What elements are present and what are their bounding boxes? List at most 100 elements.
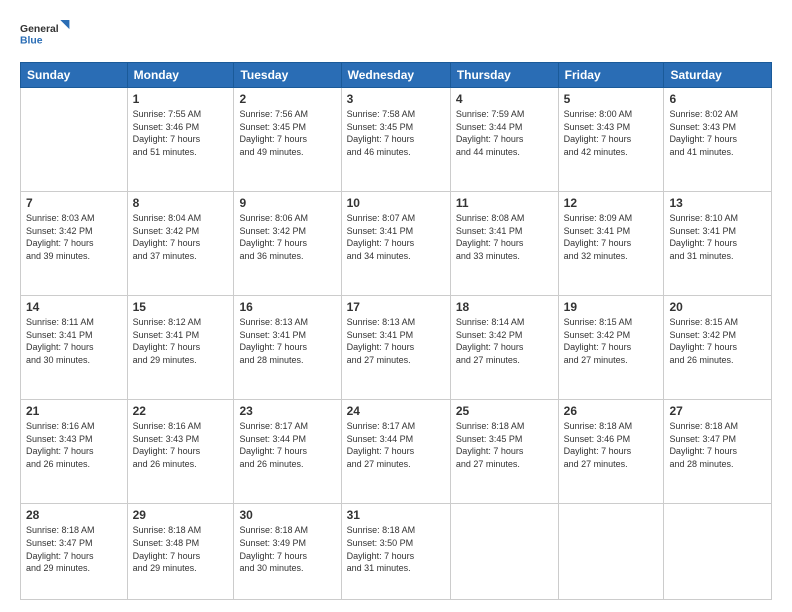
day-number: 31 — [347, 508, 445, 522]
day-cell: 17 Sunrise: 8:13 AMSunset: 3:41 PMDayligh… — [341, 296, 450, 400]
day-cell: 10 Sunrise: 8:07 AMSunset: 3:41 PMDayligh… — [341, 192, 450, 296]
day-header-tuesday: Tuesday — [234, 63, 341, 88]
day-info: Sunrise: 8:06 AMSunset: 3:42 PMDaylight:… — [239, 212, 335, 262]
day-cell: 21Sunrise: 8:16 AMSunset: 3:43 PMDayligh… — [21, 400, 128, 504]
day-number: 30 — [239, 508, 335, 522]
day-cell — [21, 88, 128, 192]
day-info: Sunrise: 8:18 AMSunset: 3:46 PMDaylight:… — [564, 420, 659, 470]
day-info: Sunrise: 8:03 AMSunset: 3:42 PMDaylight:… — [26, 212, 122, 262]
day-cell: 19 Sunrise: 8:15 AMSunset: 3:42 PMDayligh… — [558, 296, 664, 400]
day-header-friday: Friday — [558, 63, 664, 88]
day-cell: 7 Sunrise: 8:03 AMSunset: 3:42 PMDaylight… — [21, 192, 128, 296]
day-number: 7 — [26, 196, 122, 210]
day-cell: 5 Sunrise: 8:00 AMSunset: 3:43 PMDaylight… — [558, 88, 664, 192]
week-row-3: 14 Sunrise: 8:11 AMSunset: 3:41 PMDayligh… — [21, 296, 772, 400]
day-number: 20 — [669, 300, 766, 314]
day-cell: 25Sunrise: 8:18 AMSunset: 3:45 PMDayligh… — [450, 400, 558, 504]
day-number: 18 — [456, 300, 553, 314]
day-number: 5 — [564, 92, 659, 106]
header-row: SundayMondayTuesdayWednesdayThursdayFrid… — [21, 63, 772, 88]
day-number: 8 — [133, 196, 229, 210]
day-number: 2 — [239, 92, 335, 106]
week-row-2: 7 Sunrise: 8:03 AMSunset: 3:42 PMDaylight… — [21, 192, 772, 296]
day-cell: 23 Sunrise: 8:17 AMSunset: 3:44 PMDayligh… — [234, 400, 341, 504]
svg-text:Blue: Blue — [20, 35, 43, 46]
day-info: Sunrise: 7:55 AMSunset: 3:46 PMDaylight:… — [133, 108, 229, 158]
day-cell: 24 Sunrise: 8:17 AMSunset: 3:44 PMDayligh… — [341, 400, 450, 504]
day-cell: 18Sunrise: 8:14 AMSunset: 3:42 PMDayligh… — [450, 296, 558, 400]
day-info: Sunrise: 7:56 AMSunset: 3:45 PMDaylight:… — [239, 108, 335, 158]
day-cell: 12 Sunrise: 8:09 AMSunset: 3:41 PMDayligh… — [558, 192, 664, 296]
day-number: 10 — [347, 196, 445, 210]
day-cell: 27Sunrise: 8:18 AMSunset: 3:47 PMDayligh… — [664, 400, 772, 504]
day-cell: 22 Sunrise: 8:16 AMSunset: 3:43 PMDayligh… — [127, 400, 234, 504]
day-info: Sunrise: 8:18 AMSunset: 3:50 PMDaylight:… — [347, 524, 445, 574]
day-info: Sunrise: 8:15 AMSunset: 3:42 PMDaylight:… — [564, 316, 659, 366]
day-info: Sunrise: 8:08 AMSunset: 3:41 PMDaylight:… — [456, 212, 553, 262]
day-cell: 6 Sunrise: 8:02 AMSunset: 3:43 PMDaylight… — [664, 88, 772, 192]
day-number: 14 — [26, 300, 122, 314]
day-info: Sunrise: 8:02 AMSunset: 3:43 PMDaylight:… — [669, 108, 766, 158]
day-info: Sunrise: 7:59 AMSunset: 3:44 PMDaylight:… — [456, 108, 553, 158]
day-cell — [450, 504, 558, 600]
day-cell: 30 Sunrise: 8:18 AMSunset: 3:49 PMDayligh… — [234, 504, 341, 600]
day-info: Sunrise: 8:12 AMSunset: 3:41 PMDaylight:… — [133, 316, 229, 366]
week-row-1: 1 Sunrise: 7:55 AMSunset: 3:46 PMDaylight… — [21, 88, 772, 192]
day-cell: 16 Sunrise: 8:13 AMSunset: 3:41 PMDayligh… — [234, 296, 341, 400]
day-header-wednesday: Wednesday — [341, 63, 450, 88]
day-cell: 14 Sunrise: 8:11 AMSunset: 3:41 PMDayligh… — [21, 296, 128, 400]
day-number: 4 — [456, 92, 553, 106]
day-cell — [664, 504, 772, 600]
day-number: 23 — [239, 404, 335, 418]
day-info: Sunrise: 8:16 AMSunset: 3:43 PMDaylight:… — [133, 420, 229, 470]
day-info: Sunrise: 8:09 AMSunset: 3:41 PMDaylight:… — [564, 212, 659, 262]
day-number: 22 — [133, 404, 229, 418]
day-info: Sunrise: 8:13 AMSunset: 3:41 PMDaylight:… — [347, 316, 445, 366]
logo-svg: General Blue — [20, 16, 72, 54]
day-number: 3 — [347, 92, 445, 106]
day-header-monday: Monday — [127, 63, 234, 88]
day-cell: 15 Sunrise: 8:12 AMSunset: 3:41 PMDayligh… — [127, 296, 234, 400]
day-info: Sunrise: 8:13 AMSunset: 3:41 PMDaylight:… — [239, 316, 335, 366]
day-cell — [558, 504, 664, 600]
day-info: Sunrise: 8:10 AMSunset: 3:41 PMDaylight:… — [669, 212, 766, 262]
header: General Blue — [20, 16, 772, 54]
day-info: Sunrise: 8:18 AMSunset: 3:49 PMDaylight:… — [239, 524, 335, 574]
day-cell: 20 Sunrise: 8:15 AMSunset: 3:42 PMDayligh… — [664, 296, 772, 400]
day-cell: 2 Sunrise: 7:56 AMSunset: 3:45 PMDaylight… — [234, 88, 341, 192]
day-cell: 4 Sunrise: 7:59 AMSunset: 3:44 PMDaylight… — [450, 88, 558, 192]
day-number: 26 — [564, 404, 659, 418]
day-number: 28 — [26, 508, 122, 522]
day-number: 16 — [239, 300, 335, 314]
day-number: 9 — [239, 196, 335, 210]
page: General Blue SundayMondayTuesdayWednesda… — [0, 0, 792, 612]
day-number: 29 — [133, 508, 229, 522]
day-cell: 9 Sunrise: 8:06 AMSunset: 3:42 PMDaylight… — [234, 192, 341, 296]
day-info: Sunrise: 8:00 AMSunset: 3:43 PMDaylight:… — [564, 108, 659, 158]
day-number: 1 — [133, 92, 229, 106]
day-number: 12 — [564, 196, 659, 210]
day-info: Sunrise: 8:15 AMSunset: 3:42 PMDaylight:… — [669, 316, 766, 366]
day-cell: 26 Sunrise: 8:18 AMSunset: 3:46 PMDayligh… — [558, 400, 664, 504]
day-cell: 28Sunrise: 8:18 AMSunset: 3:47 PMDayligh… — [21, 504, 128, 600]
day-info: Sunrise: 8:17 AMSunset: 3:44 PMDaylight:… — [347, 420, 445, 470]
week-row-4: 21Sunrise: 8:16 AMSunset: 3:43 PMDayligh… — [21, 400, 772, 504]
day-number: 17 — [347, 300, 445, 314]
day-info: Sunrise: 8:17 AMSunset: 3:44 PMDaylight:… — [239, 420, 335, 470]
day-number: 11 — [456, 196, 553, 210]
day-cell: 31 Sunrise: 8:18 AMSunset: 3:50 PMDayligh… — [341, 504, 450, 600]
day-cell: 1 Sunrise: 7:55 AMSunset: 3:46 PMDaylight… — [127, 88, 234, 192]
day-info: Sunrise: 8:07 AMSunset: 3:41 PMDaylight:… — [347, 212, 445, 262]
day-number: 24 — [347, 404, 445, 418]
day-info: Sunrise: 8:18 AMSunset: 3:48 PMDaylight:… — [133, 524, 229, 574]
day-cell: 11 Sunrise: 8:08 AMSunset: 3:41 PMDayligh… — [450, 192, 558, 296]
day-number: 19 — [564, 300, 659, 314]
day-info: Sunrise: 8:04 AMSunset: 3:42 PMDaylight:… — [133, 212, 229, 262]
day-info: Sunrise: 8:16 AMSunset: 3:43 PMDaylight:… — [26, 420, 122, 470]
day-number: 15 — [133, 300, 229, 314]
day-cell: 13 Sunrise: 8:10 AMSunset: 3:41 PMDayligh… — [664, 192, 772, 296]
day-number: 13 — [669, 196, 766, 210]
day-info: Sunrise: 8:11 AMSunset: 3:41 PMDaylight:… — [26, 316, 122, 366]
day-cell: 8 Sunrise: 8:04 AMSunset: 3:42 PMDaylight… — [127, 192, 234, 296]
day-number: 6 — [669, 92, 766, 106]
